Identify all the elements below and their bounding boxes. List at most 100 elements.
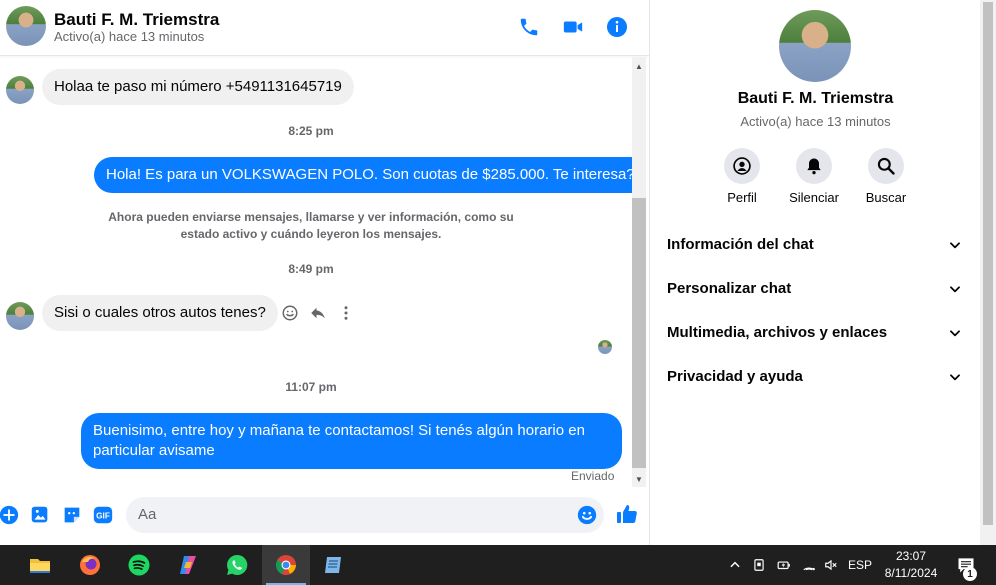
message-list[interactable]: Holaa te paso mi número +5491131645719 8… <box>0 57 632 487</box>
bell-icon <box>807 158 821 175</box>
taskbar-file-explorer[interactable] <box>16 545 64 585</box>
contact-status: Activo(a) hace 13 minutos <box>54 29 205 44</box>
taskbar-clock[interactable]: 23:07 8/11/2024 <box>872 548 950 582</box>
taskbar-whatsapp[interactable] <box>213 545 261 585</box>
message-input[interactable]: Aa <box>126 497 604 533</box>
attach-media-button[interactable] <box>29 504 51 526</box>
firefox-icon <box>80 555 100 575</box>
search-action-label: Buscar <box>865 190 907 205</box>
chevron-down-icon <box>946 236 964 254</box>
gif-icon: GIF <box>93 506 113 524</box>
plus-circle-icon <box>0 505 19 525</box>
page-scroll-thumb[interactable] <box>983 2 993 525</box>
scroll-down-arrow[interactable]: ▼ <box>632 472 646 486</box>
section-privacy-help[interactable]: Privacidad y ayuda <box>650 356 981 396</box>
chat-window: Bauti F. M. Triemstra Activo(a) hace 13 … <box>0 0 649 545</box>
contact-name[interactable]: Bauti F. M. Triemstra <box>54 10 219 30</box>
chevron-down-icon <box>946 280 964 298</box>
taskbar-notepad[interactable] <box>310 545 358 585</box>
notepad-icon <box>325 557 341 573</box>
notification-center-button[interactable]: 1 <box>952 545 980 585</box>
tray-battery-button[interactable] <box>774 545 794 585</box>
section-label: Multimedia, archivos y enlaces <box>667 324 888 341</box>
search-action-circle[interactable] <box>868 148 904 184</box>
tray-volume-button[interactable] <box>821 545 841 585</box>
mute-action[interactable]: Silenciar <box>778 148 850 205</box>
chrome-icon <box>276 555 296 575</box>
section-label: Información del chat <box>667 236 814 253</box>
taskbar-spotify[interactable] <box>115 545 163 585</box>
section-media-files-links[interactable]: Multimedia, archivos y enlaces <box>650 312 981 352</box>
whatsapp-icon <box>227 554 248 575</box>
wifi-icon <box>803 567 815 571</box>
more-options-button[interactable] <box>336 303 356 323</box>
sticker-icon <box>64 507 80 523</box>
like-button[interactable] <box>615 502 639 526</box>
chevron-down-icon <box>946 324 964 342</box>
taskbar-copilot[interactable] <box>164 545 212 585</box>
sender-avatar[interactable] <box>6 302 34 330</box>
react-button[interactable] <box>280 303 300 323</box>
profile-action-label: Perfil <box>727 190 757 205</box>
profile-action[interactable]: Perfil <box>706 148 778 205</box>
chat-info-button[interactable] <box>604 14 630 40</box>
notification-count-badge: 1 <box>963 567 977 581</box>
clock-time: 23:07 <box>895 549 927 563</box>
sticker-button[interactable] <box>61 504 83 526</box>
spotify-icon <box>128 554 150 576</box>
panel-contact-name: Bauti F. M. Triemstra <box>737 90 894 107</box>
device-icon <box>754 559 764 571</box>
folder-icon <box>30 559 50 573</box>
smiley-icon <box>282 305 298 321</box>
search-icon <box>877 157 895 175</box>
incoming-message[interactable]: Holaa te paso mi número +5491131645719 <box>42 69 354 105</box>
contact-avatar[interactable] <box>6 6 46 46</box>
scroll-up-arrow[interactable]: ▲ <box>632 59 646 73</box>
tray-wifi-button[interactable] <box>799 545 819 585</box>
reply-arrow-icon <box>311 307 325 319</box>
incoming-message[interactable]: Sisi o cuales otros autos tenes? <box>42 295 278 331</box>
mute-action-label: Silenciar <box>789 190 839 205</box>
gif-button[interactable]: GIF <box>92 504 114 526</box>
taskbar-chrome[interactable] <box>262 545 310 585</box>
outgoing-message[interactable]: Buenisimo, entre hoy y mañana te contact… <box>81 413 622 469</box>
section-customize-chat[interactable]: Personalizar chat <box>650 268 981 308</box>
outgoing-message[interactable]: Hola! Es para un VOLKSWAGEN POLO. Son cu… <box>94 157 632 193</box>
video-camera-icon <box>563 21 583 33</box>
profile-action-circle[interactable] <box>724 148 760 184</box>
emoji-button[interactable] <box>576 504 598 526</box>
panel-avatar[interactable] <box>779 10 851 82</box>
more-actions-button[interactable] <box>0 504 20 526</box>
message-composer: GIF Aa <box>0 491 649 541</box>
section-chat-info[interactable]: Información del chat <box>650 224 981 264</box>
emoji-icon <box>577 505 597 525</box>
battery-plug-icon <box>777 561 790 570</box>
show-hidden-icons-button[interactable] <box>726 545 744 585</box>
clock-date: 8/11/2024 <box>884 566 938 580</box>
taskbar-firefox[interactable] <box>66 545 114 585</box>
reply-button[interactable] <box>308 303 328 323</box>
tray-language-button[interactable]: ESP <box>846 545 874 585</box>
mute-action-circle[interactable] <box>796 148 832 184</box>
sender-avatar[interactable] <box>6 76 34 104</box>
seen-indicator-avatar <box>598 340 612 354</box>
section-label: Privacidad y ayuda <box>667 368 803 385</box>
info-icon <box>607 17 627 37</box>
tray-device-icon[interactable] <box>750 545 768 585</box>
chat-header: Bauti F. M. Triemstra Activo(a) hace 13 … <box>0 0 649 56</box>
copilot-icon <box>180 556 196 574</box>
taskbar: ESP 23:07 8/11/2024 1 <box>0 545 996 585</box>
timestamp: 8:25 pm <box>288 124 334 138</box>
phone-icon <box>520 18 538 36</box>
search-action[interactable]: Buscar <box>850 148 922 205</box>
message-scroll-thumb[interactable] <box>632 198 646 468</box>
video-call-button[interactable] <box>560 14 586 40</box>
message-input-placeholder: Aa <box>138 506 157 523</box>
profile-icon <box>733 157 751 175</box>
chat-details-panel: Bauti F. M. Triemstra Activo(a) hace 13 … <box>649 0 980 545</box>
chevron-up-icon <box>730 561 740 568</box>
speaker-muted-icon <box>825 559 837 571</box>
timestamp: 11:07 pm <box>285 380 337 394</box>
panel-contact-status: Activo(a) hace 13 minutos <box>740 114 891 129</box>
call-button[interactable] <box>516 14 542 40</box>
